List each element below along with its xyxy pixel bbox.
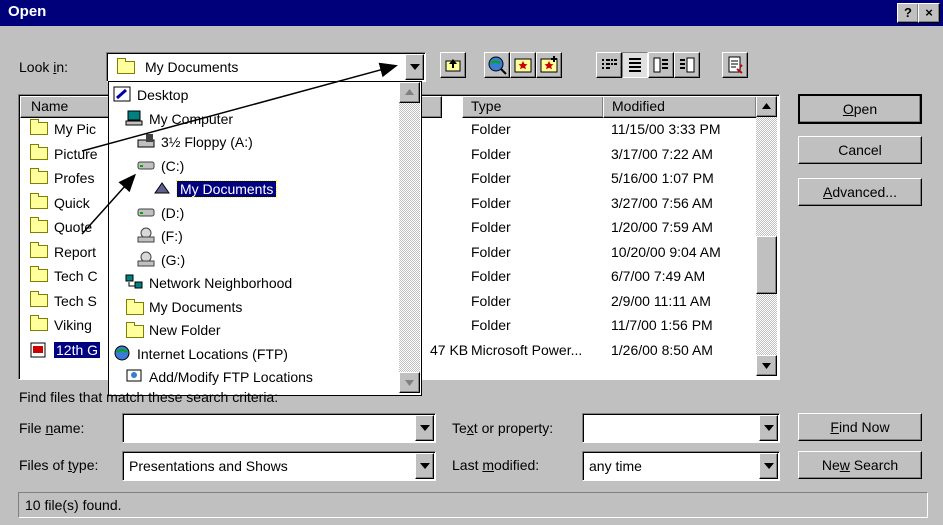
- arrow-to-dropdown: [81, 62, 398, 152]
- arrow-to-drive-c: [81, 173, 137, 235]
- annotation-arrows: [81, 62, 398, 235]
